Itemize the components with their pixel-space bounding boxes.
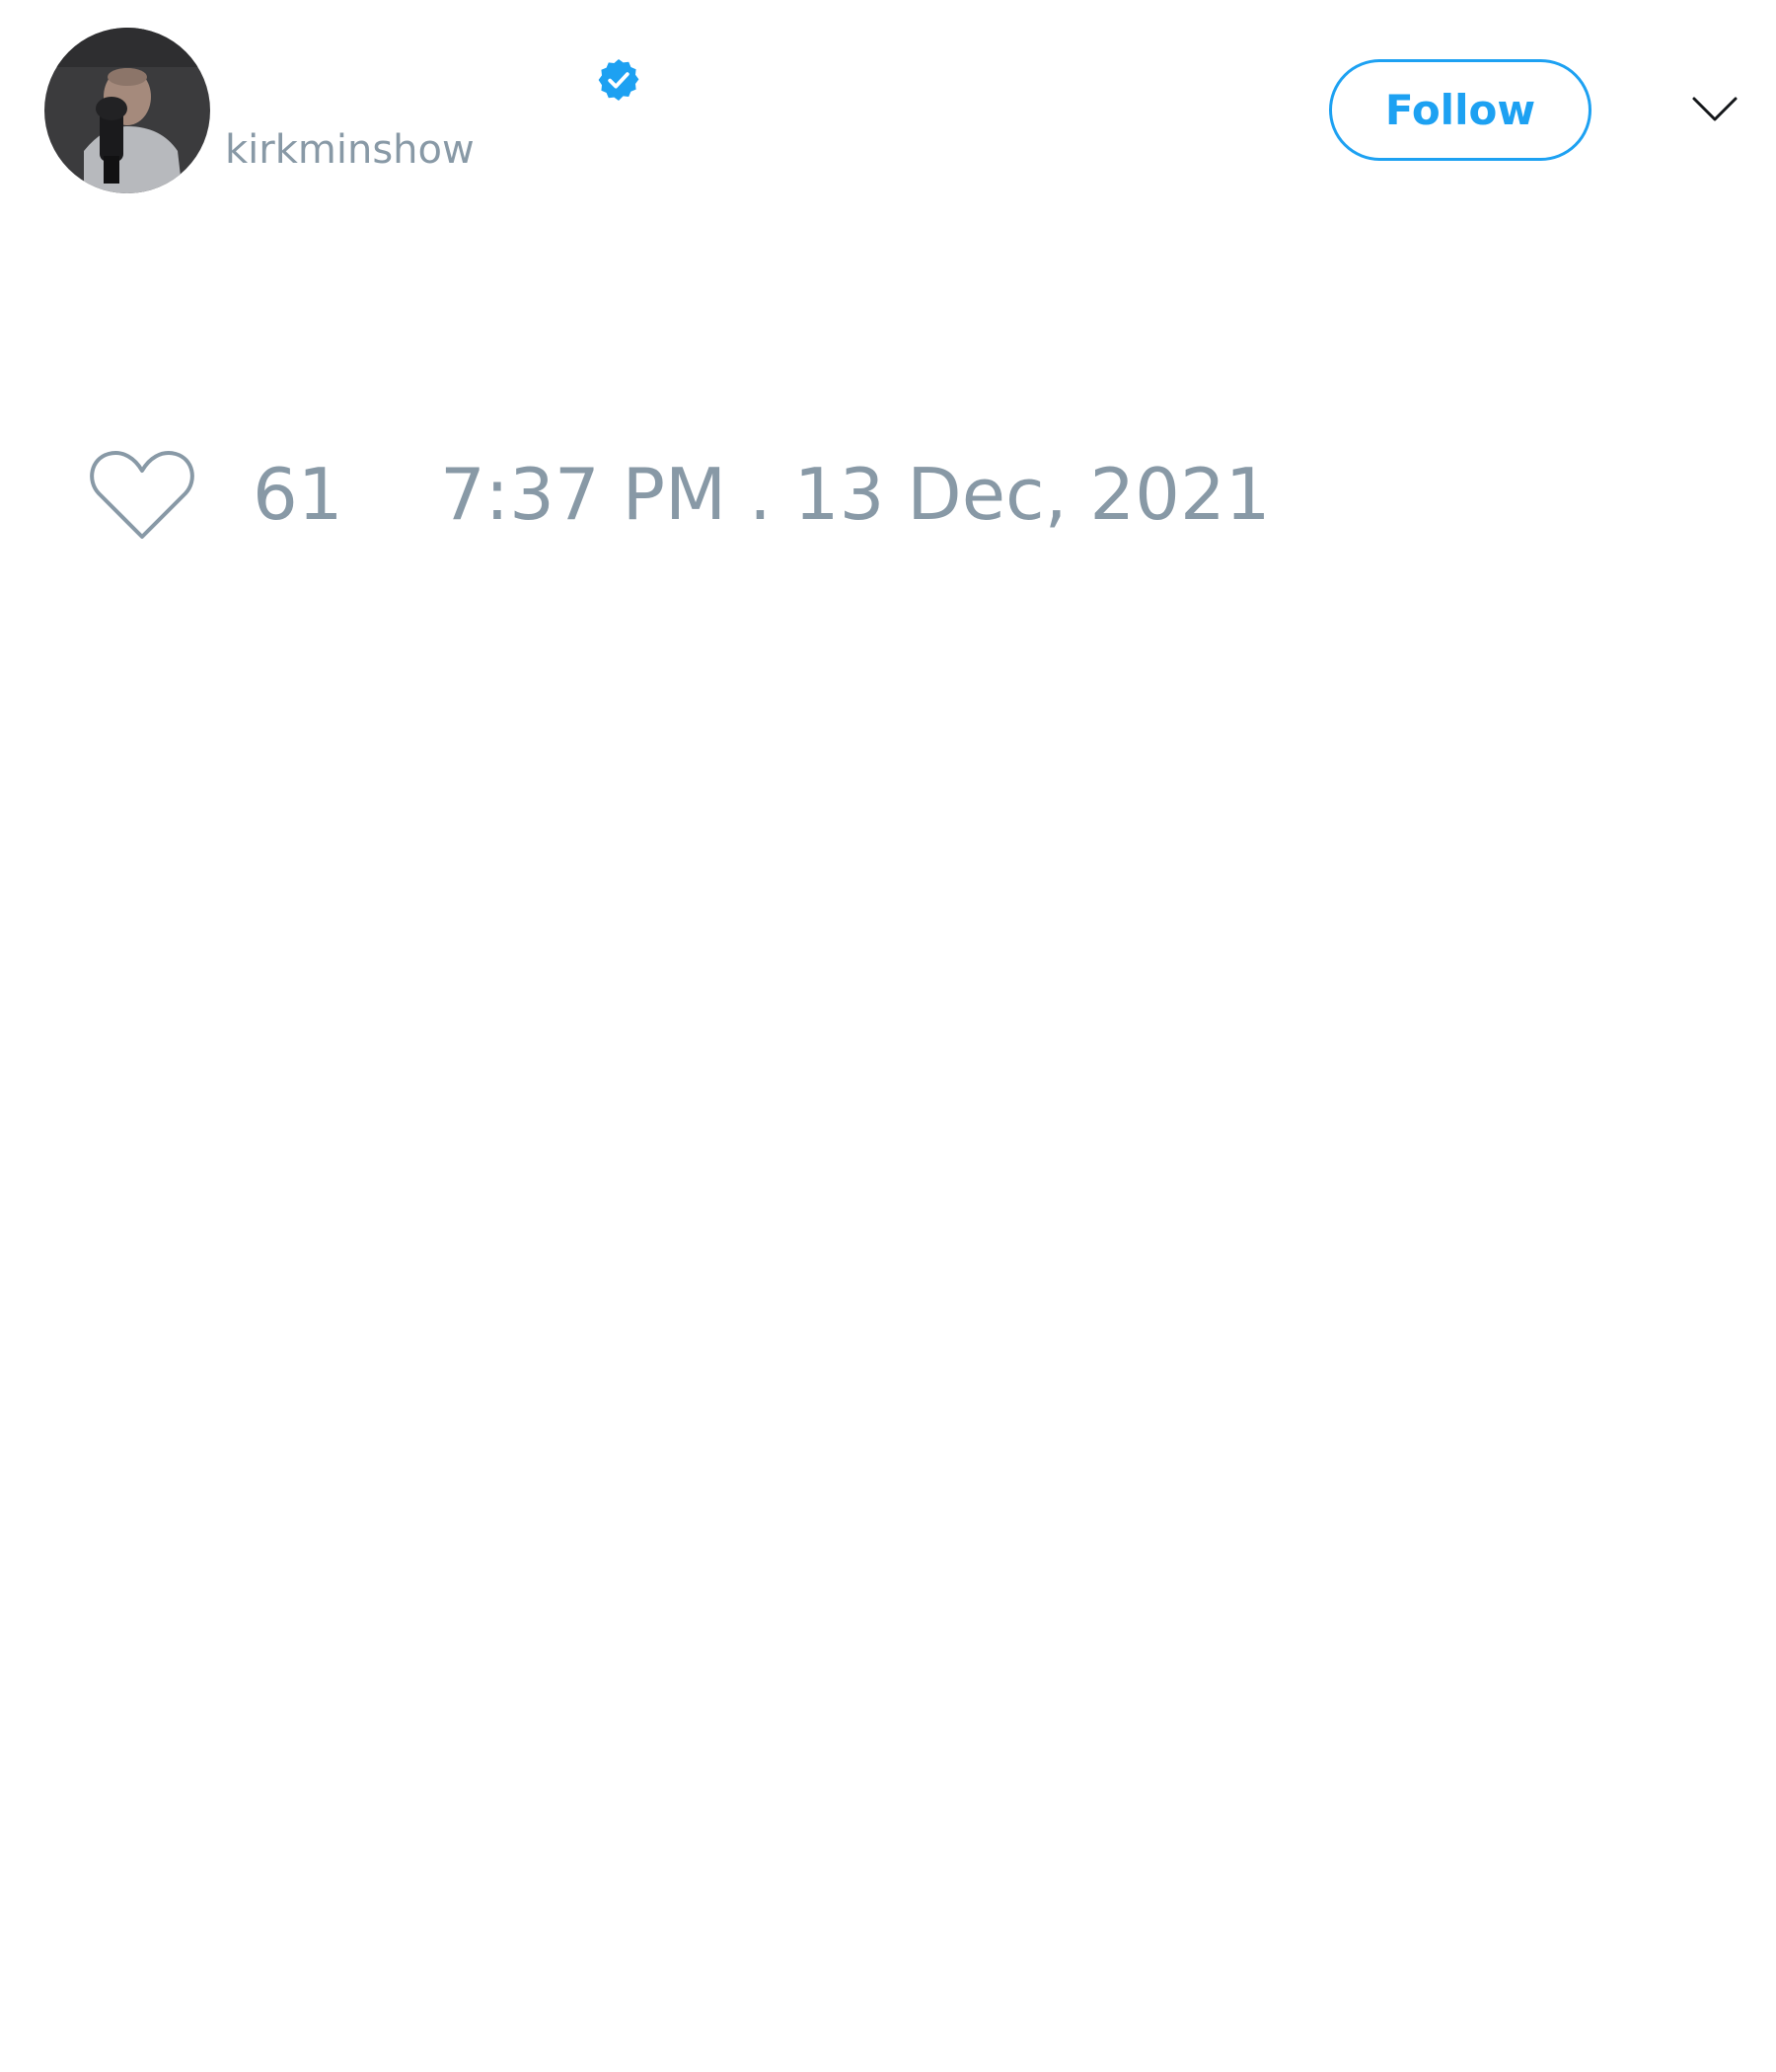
verified-badge-icon — [598, 59, 639, 101]
avatar[interactable] — [44, 28, 210, 193]
heart-icon[interactable] — [89, 447, 195, 542]
avatar-image — [44, 28, 210, 193]
chevron-down-icon[interactable] — [1691, 89, 1739, 128]
follow-button[interactable]: Follow — [1329, 59, 1591, 161]
user-handle[interactable]: kirkminshow — [225, 124, 475, 176]
tweet-timestamp[interactable]: 7:37 PM . 13 Dec, 2021 — [440, 450, 1271, 539]
like-count: 61 — [253, 453, 343, 536]
